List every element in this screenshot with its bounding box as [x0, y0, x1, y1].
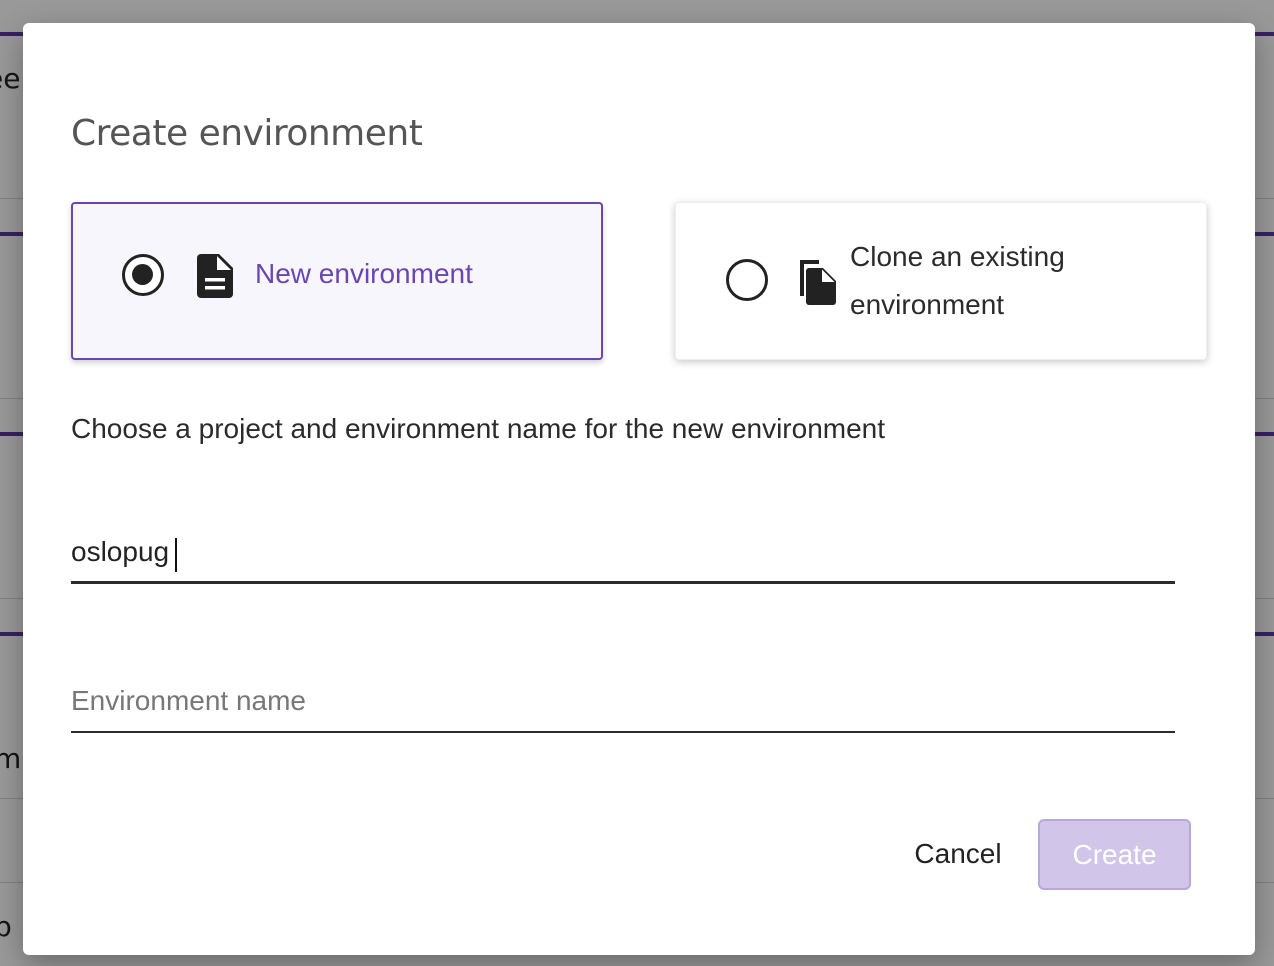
option-label: Clone an existing environment	[850, 241, 1065, 320]
create-button[interactable]: Create	[1038, 819, 1191, 890]
dialog-title: Create environment	[71, 113, 423, 154]
copy-documents-icon	[797, 258, 837, 311]
document-icon	[196, 254, 234, 303]
instructions-text: Choose a project and environment name fo…	[71, 413, 886, 444]
option-label: New environment	[255, 258, 473, 289]
create-environment-dialog: Create environment New environment Clone…	[23, 23, 1255, 955]
text-cursor	[175, 538, 177, 572]
option-new-environment[interactable]: New environment	[71, 202, 603, 360]
option-clone-environment[interactable]: Clone an existing environment	[675, 202, 1207, 360]
cancel-button[interactable]: Cancel	[895, 819, 1021, 889]
radio-button-checked[interactable]	[122, 254, 164, 296]
project-input[interactable]	[71, 528, 1175, 581]
radio-button-unchecked[interactable]	[726, 259, 768, 301]
environment-name-input[interactable]	[71, 677, 1175, 731]
project-field[interactable]	[71, 528, 1175, 584]
environment-name-field[interactable]	[71, 677, 1175, 733]
